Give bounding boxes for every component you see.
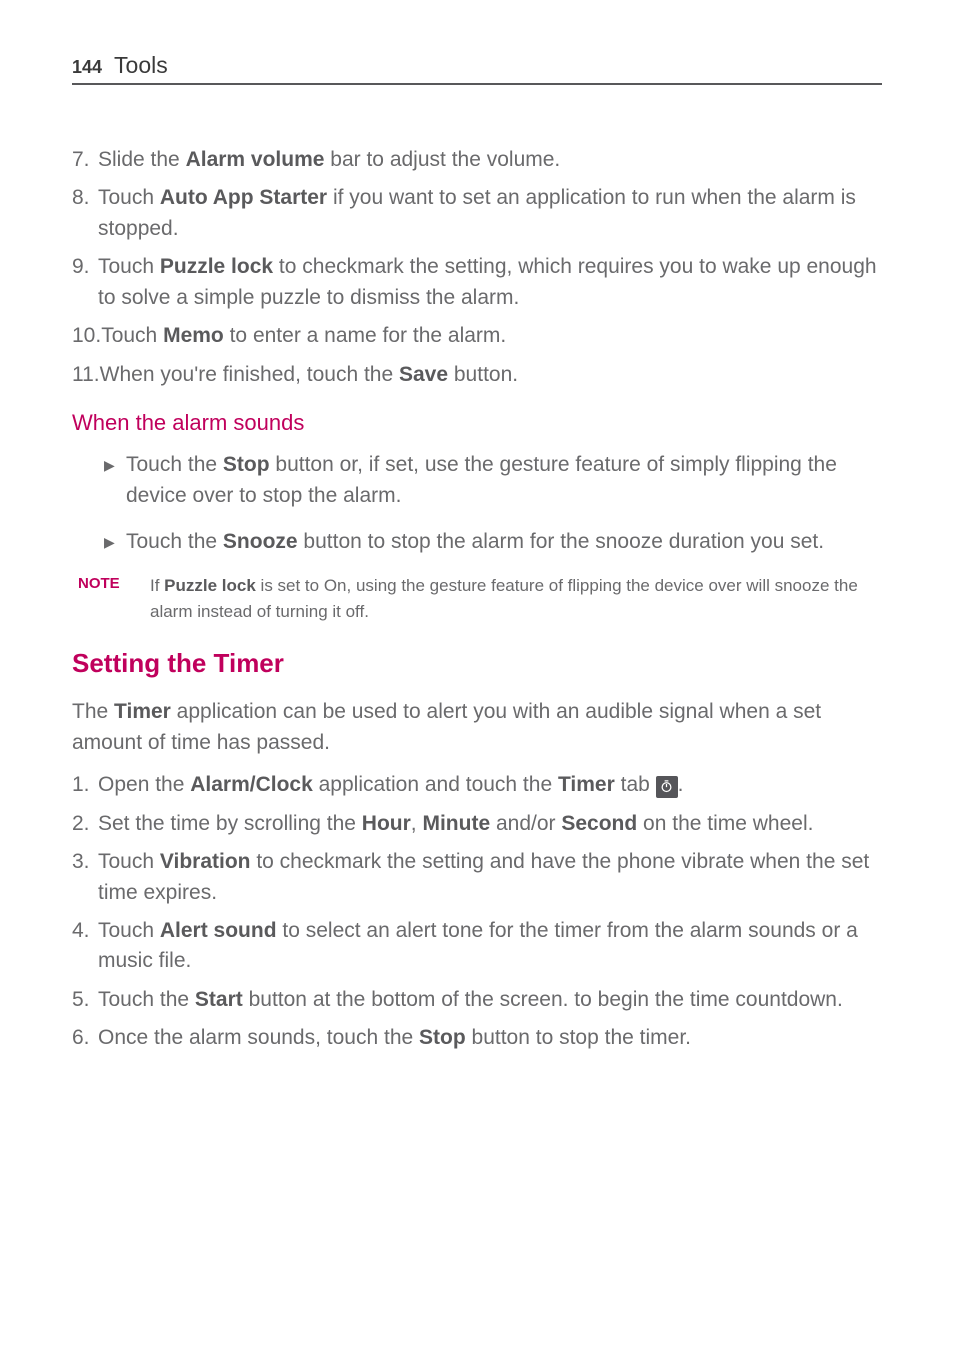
list-marker: 1.	[72, 770, 98, 800]
list-marker: 3.	[72, 847, 98, 908]
page-number: 144	[72, 57, 102, 78]
list-marker: 5.	[72, 985, 98, 1015]
list-text: Once the alarm sounds, touch the Stop bu…	[98, 1023, 882, 1053]
timer-steps-list: 1.Open the Alarm/Clock application and t…	[72, 770, 882, 1054]
list-item: 5.Touch the Start button at the bottom o…	[72, 985, 882, 1015]
list-marker: 8.	[72, 183, 98, 244]
list-item: 7.Slide the Alarm volume bar to adjust t…	[72, 145, 882, 175]
list-item: 6.Once the alarm sounds, touch the Stop …	[72, 1023, 882, 1053]
list-item: 10.Touch Memo to enter a name for the al…	[72, 321, 882, 351]
list-text: Slide the Alarm volume bar to adjust the…	[98, 145, 882, 175]
page-header: 144 Tools	[72, 52, 882, 85]
list-text: Touch Vibration to checkmark the setting…	[98, 847, 882, 908]
list-marker: 2.	[72, 809, 98, 839]
list-text: Open the Alarm/Clock application and tou…	[98, 770, 882, 800]
section-title: Tools	[114, 52, 168, 79]
timer-tab-icon	[656, 776, 678, 798]
bullet-marker-icon: ▶	[104, 450, 126, 511]
page-content: 7.Slide the Alarm volume bar to adjust t…	[72, 145, 882, 1054]
list-text: Touch Memo to enter a name for the alarm…	[101, 321, 882, 351]
list-text: Touch the Start button at the bottom of …	[98, 985, 882, 1015]
list-text: Touch Puzzle lock to checkmark the setti…	[98, 252, 882, 313]
list-item: 1.Open the Alarm/Clock application and t…	[72, 770, 882, 800]
list-marker: 9.	[72, 252, 98, 313]
list-marker: 11.	[72, 360, 100, 390]
note-block: NOTE If Puzzle lock is set to On, using …	[78, 573, 882, 624]
list-item: 8.Touch Auto App Starter if you want to …	[72, 183, 882, 244]
list-marker: 4.	[72, 916, 98, 977]
list-marker: 6.	[72, 1023, 98, 1053]
bullet-text: Touch the Snooze button to stop the alar…	[126, 527, 882, 557]
when-alarm-sounds-heading: When the alarm sounds	[72, 410, 882, 436]
list-item: 2.Set the time by scrolling the Hour, Mi…	[72, 809, 882, 839]
bullet-item: ▶Touch the Stop button or, if set, use t…	[104, 450, 882, 511]
timer-intro: The Timer application can be used to ale…	[72, 697, 882, 758]
note-text: If Puzzle lock is set to On, using the g…	[150, 573, 882, 624]
list-text: Touch Auto App Starter if you want to se…	[98, 183, 882, 244]
alarm-sounds-bullets: ▶Touch the Stop button or, if set, use t…	[72, 450, 882, 557]
list-text: Touch Alert sound to select an alert ton…	[98, 916, 882, 977]
list-text: When you're finished, touch the Save but…	[100, 360, 882, 390]
note-label: NOTE	[78, 573, 150, 624]
list-item: 4.Touch Alert sound to select an alert t…	[72, 916, 882, 977]
list-text: Set the time by scrolling the Hour, Minu…	[98, 809, 882, 839]
list-item: 3.Touch Vibration to checkmark the setti…	[72, 847, 882, 908]
alarm-settings-list-continued: 7.Slide the Alarm volume bar to adjust t…	[72, 145, 882, 390]
list-item: 11. When you're finished, touch the Save…	[72, 360, 882, 390]
bullet-item: ▶Touch the Snooze button to stop the ala…	[104, 527, 882, 557]
list-item: 9.Touch Puzzle lock to checkmark the set…	[72, 252, 882, 313]
bullet-marker-icon: ▶	[104, 527, 126, 557]
list-marker: 10.	[72, 321, 101, 351]
setting-timer-heading: Setting the Timer	[72, 648, 882, 679]
list-marker: 7.	[72, 145, 98, 175]
bullet-text: Touch the Stop button or, if set, use th…	[126, 450, 882, 511]
